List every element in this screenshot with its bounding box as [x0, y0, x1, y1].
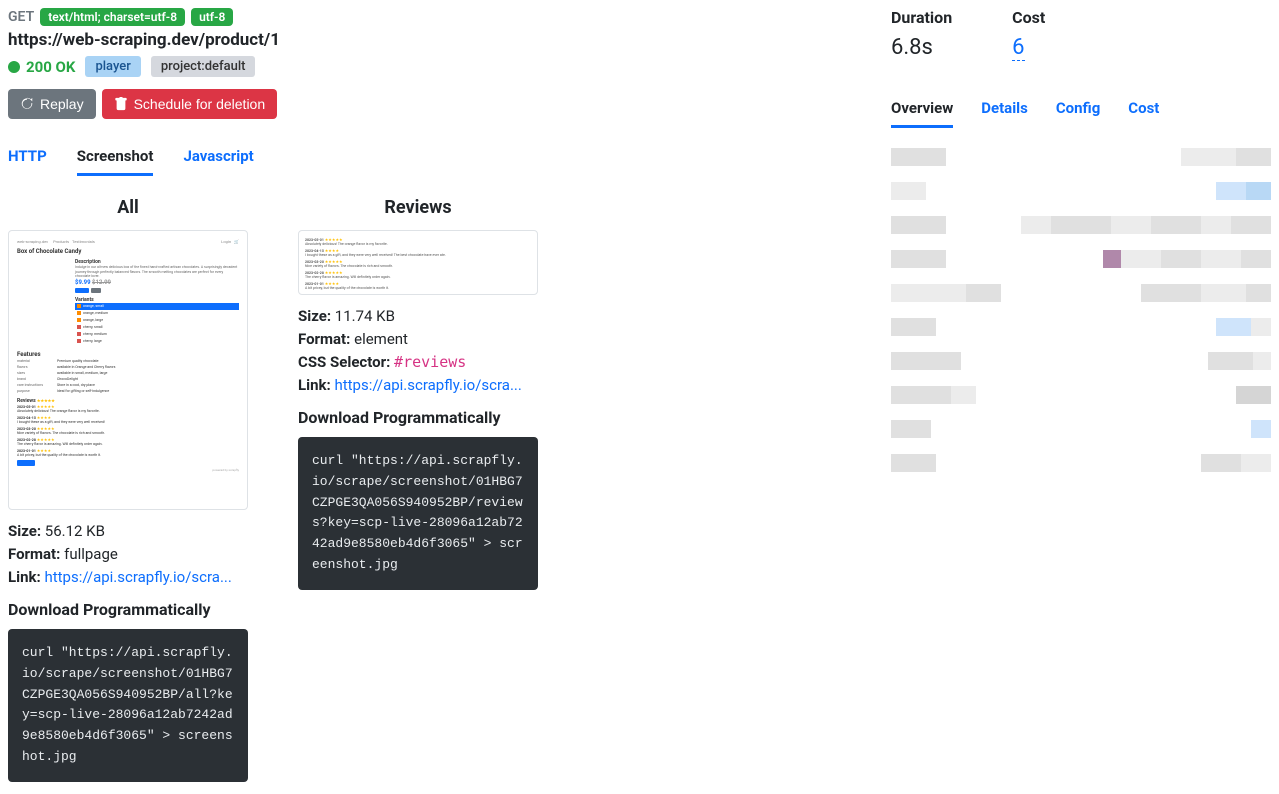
screenshot-reviews-panel: Reviews 2023-05-01 ★★★★★Absolutely delic… — [298, 197, 538, 782]
content-type-badge: text/html; charset=utf-8 — [40, 8, 185, 26]
screenshot-reviews-thumbnail[interactable]: 2023-05-01 ★★★★★Absolutely delicious! Th… — [298, 230, 538, 295]
request-url: https://web-scraping.dev/product/1 — [8, 30, 851, 50]
schedule-delete-button[interactable]: Schedule for deletion — [102, 89, 278, 119]
tab-overview[interactable]: Overview — [891, 91, 953, 128]
reviews-format-label: Format: — [298, 330, 350, 348]
status-dot-icon — [8, 61, 20, 73]
screenshot-all-thumbnail[interactable]: web-scraping.dev Products TestimonialsLo… — [8, 230, 248, 510]
reviews-css-value: #reviews — [394, 353, 466, 371]
player-badge[interactable]: player — [85, 56, 140, 77]
screenshot-reviews-title: Reviews — [298, 197, 538, 218]
all-format-label: Format: — [8, 545, 60, 563]
http-method: GET — [8, 9, 34, 25]
reviews-format-value: element — [354, 330, 408, 348]
all-link-value[interactable]: https://api.scrapfly.io/scra... — [44, 568, 231, 586]
all-link-label: Link: — [8, 568, 41, 586]
cost-label: Cost — [1012, 8, 1045, 27]
reviews-size-label: Size: — [298, 307, 331, 325]
duration-value: 6.8s — [891, 35, 952, 60]
all-format-value: fullpage — [64, 545, 118, 563]
refresh-icon — [20, 97, 34, 111]
reviews-curl-command[interactable]: curl "https://api.scrapfly.io/scrape/scr… — [298, 437, 538, 590]
left-tabs: HTTP Screenshot Javascript — [8, 139, 851, 177]
status-code: 200 OK — [8, 58, 75, 76]
tab-screenshot[interactable]: Screenshot — [77, 139, 154, 176]
reviews-link-label: Link: — [298, 376, 331, 394]
main-content: GET text/html; charset=utf-8 utf-8 https… — [8, 8, 871, 782]
all-download-title: Download Programmatically — [8, 600, 248, 619]
screenshot-all-panel: All web-scraping.dev Products Testimonia… — [8, 197, 248, 782]
right-tabs: Overview Details Config Cost — [891, 91, 1271, 128]
reviews-size-value: 11.74 KB — [335, 307, 395, 325]
project-badge[interactable]: project:default — [151, 56, 256, 77]
all-curl-command[interactable]: curl "https://api.scrapfly.io/scrape/scr… — [8, 629, 248, 782]
screenshot-all-title: All — [8, 197, 248, 218]
reviews-download-title: Download Programmatically — [298, 408, 538, 427]
charset-badge: utf-8 — [191, 8, 233, 26]
reviews-css-label: CSS Selector: — [298, 353, 390, 371]
all-size-value: 56.12 KB — [45, 522, 105, 540]
tab-cost[interactable]: Cost — [1128, 91, 1159, 128]
cost-value[interactable]: 6 — [1012, 35, 1024, 61]
reviews-link-value[interactable]: https://api.scrapfly.io/scra... — [334, 376, 521, 394]
tab-javascript[interactable]: Javascript — [183, 139, 253, 176]
overview-redacted-content — [891, 148, 1271, 472]
tab-http[interactable]: HTTP — [8, 139, 47, 176]
replay-button[interactable]: Replay — [8, 89, 96, 119]
duration-label: Duration — [891, 8, 952, 27]
tab-config[interactable]: Config — [1056, 91, 1100, 128]
side-panel: Duration 6.8s Cost 6 Overview Details Co… — [871, 8, 1271, 782]
tab-details[interactable]: Details — [981, 91, 1028, 128]
trash-icon — [114, 97, 128, 111]
all-size-label: Size: — [8, 522, 41, 540]
